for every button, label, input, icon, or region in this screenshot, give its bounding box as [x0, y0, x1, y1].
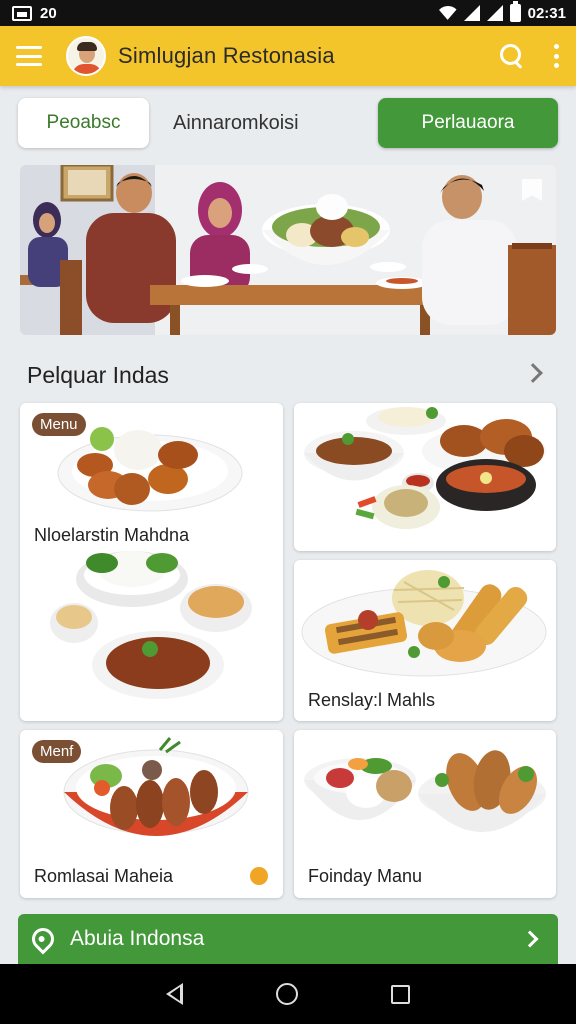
banner-family-dinner-image [20, 165, 556, 335]
recent-apps-icon[interactable] [390, 984, 410, 1004]
menu-badge: Menu [32, 413, 86, 436]
system-nav-bar [0, 964, 576, 1024]
hero-banner[interactable] [20, 165, 556, 335]
menu-card-5[interactable]: Foinday Manu [294, 730, 556, 898]
menu-card-3[interactable]: Renslay:l Mahls [294, 560, 556, 721]
section-title: Pelquar Indas [27, 362, 169, 388]
status-bar: 20 02:31 [0, 0, 576, 26]
tab-outlined-button[interactable]: Peoabsc [18, 98, 149, 148]
location-pin-icon [27, 923, 59, 955]
card-label: Nloelarstin Mahdna [34, 525, 190, 545]
wifi-icon [439, 6, 457, 20]
menu-card-1[interactable]: Menu Nloelarstin Mahdna [20, 403, 283, 721]
signal-icon-2 [486, 5, 503, 21]
food-bowls-image [304, 407, 546, 529]
notification-count: 20 [40, 4, 57, 22]
more-options-icon[interactable] [554, 44, 560, 68]
signal-icon [463, 5, 480, 21]
menu-card-2[interactable] [294, 403, 556, 551]
action-label: Abuia Indonsa [70, 927, 205, 950]
tab-row: Peoabsc Ainnaromkoisi Perlauaora [18, 98, 558, 148]
menu-icon[interactable] [16, 46, 42, 66]
tab-primary-button[interactable]: Perlauaora [378, 98, 558, 148]
home-icon[interactable] [275, 983, 298, 1005]
food-plate-image [50, 427, 252, 699]
tab-plain[interactable]: Ainnaromkoisi [173, 98, 343, 148]
spicy-icon [250, 867, 268, 885]
card-label: Foinday Manu [308, 866, 423, 886]
chevron-right-icon [521, 930, 539, 948]
menu-card-4[interactable]: Menf Romlasai Maheia [20, 730, 283, 898]
app-title: Simlugjan Restonasia [118, 43, 335, 68]
search-icon[interactable] [498, 42, 526, 70]
gallery-notification-icon [12, 5, 32, 21]
back-icon[interactable] [166, 983, 184, 1005]
card-label: Romlasai Maheia [34, 866, 174, 886]
location-action-button[interactable]: Abuia Indonsa [18, 914, 558, 964]
status-time: 02:31 [527, 4, 566, 22]
avatar[interactable] [66, 36, 106, 76]
chevron-right-icon[interactable] [523, 363, 543, 383]
menu-badge: Menf [32, 740, 82, 763]
battery-icon [509, 1, 521, 22]
app-bar: Simlugjan Restonasia [0, 26, 576, 86]
card-label: Renslay:l Mahls [308, 690, 436, 710]
